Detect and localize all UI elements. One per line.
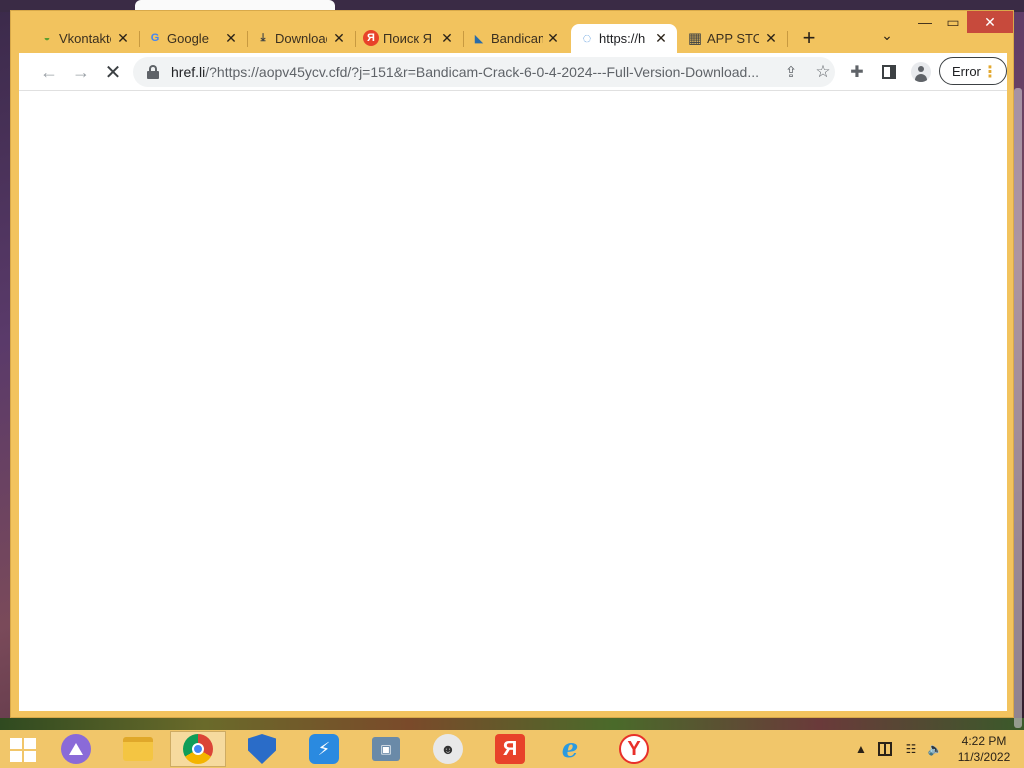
tab-title: Vkontakte xyxy=(59,31,111,46)
taskbar-bolt-app[interactable]: ⚡ xyxy=(296,731,352,767)
tab-title: Поиск Я xyxy=(383,31,433,46)
system-tray: ▲ ☷ 🔈 4:22 PM 11/3/2022 xyxy=(834,730,1024,768)
tab-bandicam[interactable]: ◣ Bandicam ✕ xyxy=(463,24,569,53)
tab-title: Google xyxy=(167,31,209,46)
desktop-wallpaper-strip xyxy=(0,718,1024,730)
clock-time: 4:22 PM xyxy=(961,734,1007,748)
tab-app-store[interactable]: ▦ APP STORE ✕ xyxy=(679,24,788,53)
tab-close-icon[interactable]: ✕ xyxy=(439,30,455,46)
taskbar-file-explorer[interactable] xyxy=(110,731,166,767)
taskbar-defender[interactable] xyxy=(234,731,290,767)
tab-yandex-search[interactable]: Я Поиск Я ✕ xyxy=(355,24,464,53)
table-grid-icon: ▦ xyxy=(687,30,703,47)
back-arrow-icon[interactable]: ← xyxy=(37,60,61,84)
tab-strip: ◒ Vkontakte ✕ G Google ✕ ⤓ Downloads ✕ Я… xyxy=(11,11,1013,53)
url-host: href.li xyxy=(171,64,206,80)
background-scrollbar xyxy=(1014,88,1022,728)
bandicam-logo-icon: ◣ xyxy=(474,32,484,45)
network-icon[interactable]: ☷ xyxy=(902,740,920,758)
tab-active-loading[interactable]: ◌ https://h ✕ xyxy=(571,24,677,53)
tab-close-icon[interactable]: ✕ xyxy=(653,30,669,46)
tab-close-icon[interactable]: ✕ xyxy=(763,30,779,46)
close-window-button[interactable]: ✕ xyxy=(967,11,1013,33)
tab-close-icon[interactable]: ✕ xyxy=(115,30,131,46)
taskbar: ⚡ ▣ ☻ Я e Y ▲ ☷ 🔈 4:22 PM 11/3/2022 xyxy=(0,730,1024,768)
internet-explorer-icon: e xyxy=(561,734,579,764)
yandex-icon: Я xyxy=(495,734,525,764)
download-icon: ⤓ xyxy=(260,31,266,44)
tab-close-icon[interactable]: ✕ xyxy=(223,30,239,46)
taskbar-alice[interactable] xyxy=(48,731,104,767)
taskbar-chrome[interactable] xyxy=(170,731,226,767)
tab-vkontakte[interactable]: ◒ Vkontakte ✕ xyxy=(31,24,140,53)
taskbar-yandex[interactable]: Я xyxy=(482,731,538,767)
file-explorer-icon xyxy=(123,737,153,761)
bolt-app-icon: ⚡ xyxy=(309,734,339,764)
bookmark-star-icon[interactable]: ☆ xyxy=(813,62,833,82)
yandex-logo-icon: Я xyxy=(363,30,379,46)
stop-loading-icon[interactable]: ✕ xyxy=(101,60,125,84)
taskbar-yandex-browser[interactable]: Y xyxy=(606,731,662,767)
remote-desktop-icon: ▣ xyxy=(372,737,400,761)
loading-spinner-icon: ◌ xyxy=(582,29,592,47)
maximize-button[interactable]: ▭ xyxy=(939,11,967,33)
clock[interactable]: 4:22 PM 11/3/2022 xyxy=(952,733,1016,765)
action-center-icon[interactable] xyxy=(876,740,894,758)
volume-icon[interactable]: 🔈 xyxy=(926,740,944,758)
tab-title: Bandicam xyxy=(491,31,543,46)
minimize-button[interactable]: — xyxy=(911,11,939,33)
vk-logo-icon: ◒ xyxy=(43,32,51,44)
windows-start-icon[interactable] xyxy=(8,736,38,762)
lock-icon[interactable] xyxy=(147,65,159,79)
yandex-browser-icon: Y xyxy=(619,734,649,764)
tab-google[interactable]: G Google ✕ xyxy=(139,24,248,53)
background-window-edge xyxy=(135,0,335,10)
url-path: /?https://aopv45ycv.cfd/?j=151&r=Bandica… xyxy=(205,64,760,80)
tab-title: APP STORE xyxy=(707,31,759,46)
taskbar-internet-explorer[interactable]: e xyxy=(542,731,598,767)
error-label: Error xyxy=(952,63,981,79)
tab-downloads[interactable]: ⤓ Downloads ✕ xyxy=(247,24,356,53)
browser-toolbar: ← → ✕ href.li/?https://aopv45ycv.cfd/?j=… xyxy=(19,53,1007,91)
defender-shield-icon xyxy=(248,734,276,764)
taskbar-remote-desktop[interactable]: ▣ xyxy=(358,731,414,767)
tor-hat-icon: ☻ xyxy=(433,734,463,764)
clock-date: 11/3/2022 xyxy=(957,750,1011,764)
error-menu-button[interactable]: Error ⋮ xyxy=(939,57,1007,85)
kebab-menu-icon: ⋮ xyxy=(982,64,998,81)
address-bar[interactable]: href.li/?https://aopv45ycv.cfd/?j=151&r=… xyxy=(133,57,835,87)
alice-assistant-icon xyxy=(61,734,91,764)
chrome-icon xyxy=(183,734,213,764)
url-text[interactable]: href.li/?https://aopv45ycv.cfd/?j=151&r=… xyxy=(171,64,771,80)
tab-search-chevron-icon[interactable]: ⌄ xyxy=(875,27,899,51)
extensions-puzzle-icon[interactable]: ✚ xyxy=(845,60,869,84)
browser-window: ◒ Vkontakte ✕ G Google ✕ ⤓ Downloads ✕ Я… xyxy=(10,10,1014,718)
page-content-blank[interactable] xyxy=(19,91,1007,711)
tab-separator xyxy=(787,31,788,47)
tab-title: https://h xyxy=(599,31,646,46)
share-icon[interactable]: ⇪ xyxy=(781,62,801,82)
side-panel-icon[interactable] xyxy=(877,60,901,84)
profile-avatar-icon[interactable] xyxy=(909,60,933,84)
forward-arrow-icon[interactable]: → xyxy=(69,60,93,84)
tab-close-icon[interactable]: ✕ xyxy=(331,30,347,46)
google-logo-icon: G xyxy=(150,32,160,44)
taskbar-tor-hat[interactable]: ☻ xyxy=(420,731,476,767)
show-hidden-icons-chevron-icon[interactable]: ▲ xyxy=(852,740,870,758)
new-tab-button[interactable]: + xyxy=(797,27,821,51)
tab-close-icon[interactable]: ✕ xyxy=(545,30,561,46)
tab-title: Downloads xyxy=(275,31,327,46)
